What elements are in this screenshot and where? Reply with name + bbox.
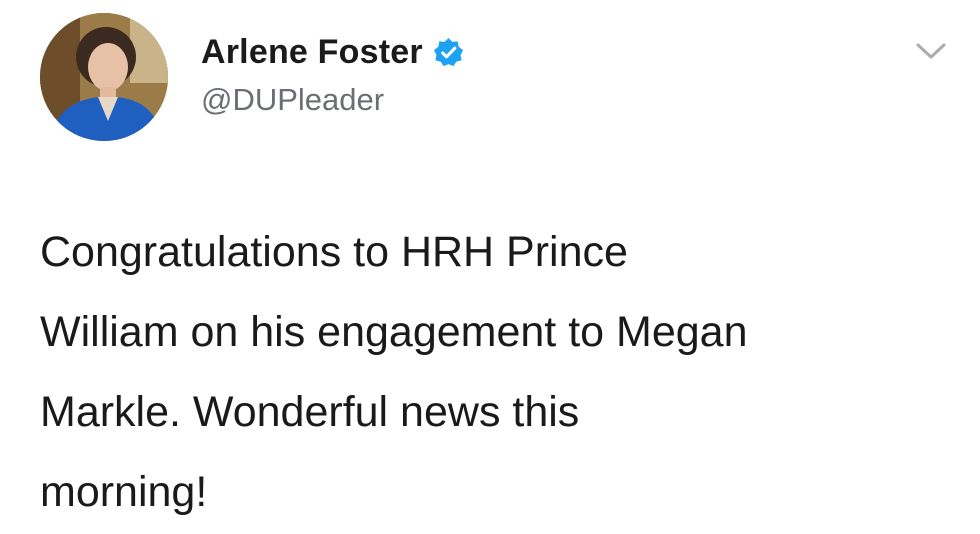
tweet-text-line: morning! xyxy=(40,468,208,516)
avatar-photo xyxy=(40,13,168,141)
tweet-card: Arlene Foster @DUPleader Congratulations… xyxy=(0,0,980,534)
author-handle[interactable]: @DUPleader xyxy=(201,82,384,118)
avatar[interactable] xyxy=(40,13,168,141)
chevron-down-icon[interactable] xyxy=(914,40,948,62)
display-name[interactable]: Arlene Foster xyxy=(201,33,423,72)
tweet-text-line: William on his engagement to Megan xyxy=(40,308,748,356)
tweet-text-line: Congratulations to HRH Prince xyxy=(40,228,628,276)
verified-badge-icon xyxy=(433,37,464,68)
tweet-text: Congratulations to HRH Prince William on… xyxy=(40,212,965,532)
tweet-text-line: Markle. Wonderful news this xyxy=(40,388,580,436)
author-name-row: Arlene Foster xyxy=(201,30,464,74)
